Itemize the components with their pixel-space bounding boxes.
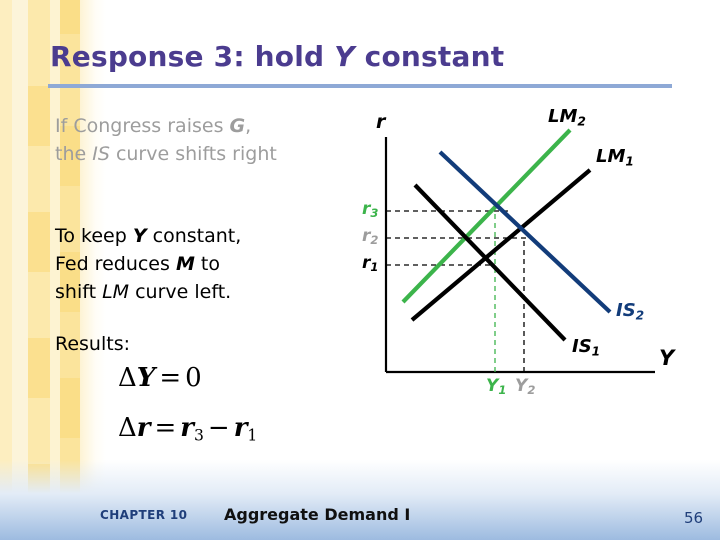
eq1-value: 0 bbox=[185, 363, 202, 393]
slide: Response 3: hold Y constant If Congress … bbox=[0, 0, 720, 540]
x-tick-label-Y2: Y2 bbox=[515, 376, 535, 397]
stripe-2 bbox=[12, 0, 28, 540]
is-lm-svg bbox=[384, 128, 655, 374]
eq2-term2: r bbox=[233, 413, 248, 443]
x-tick-subscript: 1 bbox=[498, 383, 507, 398]
curve-label-IS1: IS1 bbox=[572, 336, 600, 358]
p1-text-a: If Congress raises bbox=[55, 115, 230, 137]
p2-text-a: To keep bbox=[55, 225, 133, 247]
stripe-block bbox=[28, 212, 50, 272]
x-tick-symbol: Y bbox=[486, 376, 499, 396]
eq2-minus: − bbox=[207, 413, 230, 443]
p1-text-d: the bbox=[55, 143, 93, 165]
eq1-delta: Δ bbox=[118, 363, 137, 393]
y-tick-label-r2: r2 bbox=[362, 226, 378, 247]
p1-text-c: , bbox=[245, 115, 252, 137]
title-variable: Y bbox=[334, 40, 355, 73]
stripe-block bbox=[60, 0, 80, 34]
paragraph-congress-raises-g: If Congress raises G, the IS curve shifts… bbox=[55, 112, 375, 168]
curve-label-text: LM bbox=[548, 106, 578, 127]
y-tick-label-r1: r1 bbox=[362, 253, 378, 274]
stripe-block bbox=[28, 86, 50, 146]
p1-var-is: IS bbox=[92, 143, 110, 165]
eq1-variable: Y bbox=[136, 363, 156, 393]
p1-var-g: G bbox=[229, 115, 246, 137]
curve-label-text: IS bbox=[572, 336, 592, 357]
p2-text-f: to bbox=[194, 253, 220, 275]
stripe-1 bbox=[0, 0, 12, 540]
footer-bar bbox=[0, 460, 720, 540]
eq2-operator: = bbox=[154, 413, 177, 443]
curve-label-subscript: 1 bbox=[591, 344, 601, 359]
eq1-operator: = bbox=[159, 363, 182, 393]
eq2-term1-subscript: 3 bbox=[193, 426, 204, 445]
x-axis-title: Y bbox=[659, 346, 675, 370]
p1-text-f: curve shifts right bbox=[109, 143, 277, 165]
curve-label-LM2: LM2 bbox=[548, 106, 586, 128]
y-tick-subscript: 3 bbox=[370, 206, 379, 221]
curve-label-LM1: LM1 bbox=[596, 146, 634, 168]
curve-label-IS2: IS2 bbox=[616, 300, 644, 322]
is-lm-diagram: r3 r2 r1 Y1 Y2 LM1 LM2 IS1 IS2 r Y bbox=[360, 100, 710, 410]
slide-number: 56 bbox=[684, 509, 704, 527]
eq2-variable: r bbox=[136, 413, 151, 443]
stripe-block bbox=[60, 378, 80, 438]
chart-axes bbox=[384, 137, 655, 374]
curve-label-text: IS bbox=[616, 300, 636, 321]
equation-delta-y: ΔY = 0 bbox=[118, 363, 202, 393]
chart-curves bbox=[401, 128, 612, 342]
equation-delta-r: Δr = r3− r1 bbox=[118, 413, 257, 445]
paragraph-results-label: Results: bbox=[55, 333, 131, 355]
title-suffix: constant bbox=[354, 40, 505, 73]
curve-label-subscript: 2 bbox=[635, 308, 645, 323]
eq2-term1: r bbox=[180, 413, 194, 443]
paragraph-keep-y-constant: To keep Y constant, Fed reduces M to shift… bbox=[55, 222, 375, 306]
y-tick-subscript: 1 bbox=[370, 260, 379, 275]
p2-var-y: Y bbox=[132, 225, 147, 247]
title-divider bbox=[48, 84, 672, 88]
p2-var-m: M bbox=[175, 253, 195, 275]
eq2-term2-subscript: 1 bbox=[247, 426, 258, 445]
x-tick-subscript: 2 bbox=[527, 383, 536, 398]
footer-deck-title: Aggregate Demand I bbox=[224, 505, 411, 524]
title-prefix: Response 3: hold bbox=[50, 40, 335, 73]
y-axis-title: r bbox=[376, 111, 386, 133]
stripe-block bbox=[28, 338, 50, 398]
y-tick-subscript: 2 bbox=[370, 233, 379, 248]
p2-text-d: Fed reduces bbox=[55, 253, 176, 275]
curve-label-subscript: 2 bbox=[577, 114, 586, 129]
eq2-delta: Δ bbox=[118, 413, 137, 443]
p2-var-lm: LM bbox=[102, 281, 130, 303]
page-title: Response 3: hold Y constant bbox=[50, 40, 670, 73]
x-tick-label-Y1: Y1 bbox=[486, 376, 506, 397]
curve-label-text: LM bbox=[596, 146, 626, 167]
x-tick-symbol: Y bbox=[515, 376, 528, 396]
p2-text-c: constant, bbox=[146, 225, 242, 247]
p2-text-i: curve left. bbox=[129, 281, 232, 303]
curve-label-subscript: 1 bbox=[625, 154, 634, 169]
curve-LM2 bbox=[401, 128, 572, 304]
footer-chapter: CHAPTER 10 bbox=[100, 508, 188, 522]
p2-text-g: shift bbox=[55, 281, 103, 303]
curve-LM1 bbox=[410, 168, 592, 322]
chart-dash-guides bbox=[386, 210, 532, 372]
y-tick-label-r3: r3 bbox=[362, 199, 378, 220]
